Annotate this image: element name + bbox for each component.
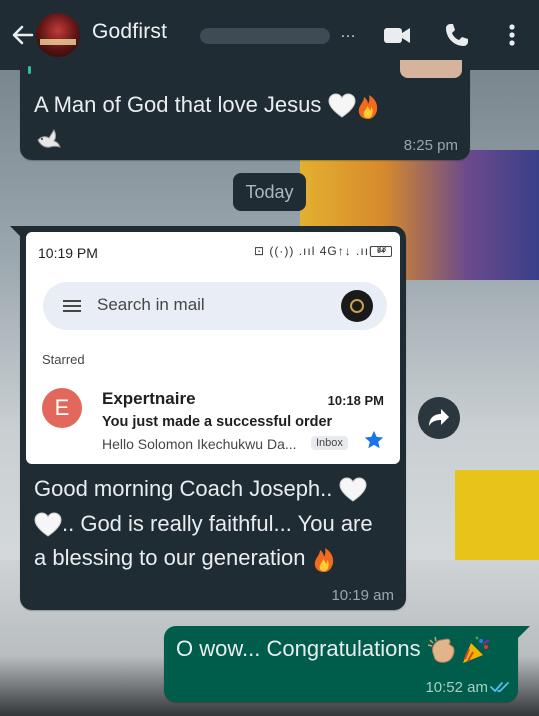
dove-emoji-icon <box>37 129 61 148</box>
message-text: O wow... Congratulations <box>176 634 491 665</box>
message-bubble-incoming-image[interactable]: 10:19 PM ⊡ ((·)) .ııl 4G↑↓ .ııl ²³ 94 Se… <box>20 226 406 610</box>
date-separator: Today <box>233 173 306 211</box>
contact-avatar[interactable] <box>36 13 80 57</box>
previous-image-preview <box>400 60 462 78</box>
attached-screenshot[interactable]: 10:19 PM ⊡ ((·)) .ııl 4G↑↓ .ııl ²³ 94 Se… <box>26 232 400 464</box>
message-bubble-incoming[interactable]: A Man of God that love Jesus 8:25 pm <box>20 60 470 160</box>
bubble-tail <box>518 626 530 638</box>
message-time: 10:52 am <box>425 679 488 696</box>
clapping-hands-emoji-icon <box>427 637 455 664</box>
contact-name[interactable]: Godfirst <box>92 20 167 44</box>
message-text: Good morning Coach Joseph.. .. God is re… <box>34 472 394 576</box>
white-heart-emoji-icon <box>339 477 367 502</box>
contact-name-ellipsis: … <box>340 24 356 41</box>
status-icons: ⊡ ((·)) .ııl 4G↑↓ .ııl ²³ <box>254 244 388 258</box>
contact-name-blurred <box>200 28 330 44</box>
white-heart-emoji-icon <box>328 93 356 118</box>
fire-emoji-icon <box>314 548 333 573</box>
mail-label-badge: Inbox <box>311 436 348 450</box>
white-heart-emoji-icon <box>34 512 62 537</box>
phone-icon[interactable] <box>442 20 472 50</box>
read-receipt-icon <box>490 682 509 692</box>
message-bubble-outgoing[interactable]: O wow... Congratulations 10:52 am <box>164 626 518 702</box>
video-call-icon[interactable] <box>382 20 412 50</box>
mail-subject: You just made a successful order <box>102 414 333 430</box>
search-placeholder: Search in mail <box>97 295 205 314</box>
menu-icon <box>63 300 81 312</box>
party-popper-emoji-icon <box>462 636 490 664</box>
sender-avatar: E <box>42 388 82 428</box>
message-time: 8:25 pm <box>403 137 458 154</box>
account-avatar <box>341 290 373 322</box>
status-time: 10:19 PM <box>38 245 98 261</box>
mail-search-bar: Search in mail <box>43 282 387 330</box>
reply-marker <box>28 66 31 74</box>
mail-sender: Expertnaire <box>102 389 196 408</box>
message-text: A Man of God that love Jesus <box>34 88 394 154</box>
mail-time: 10:18 PM <box>327 393 384 408</box>
battery-icon: 94 <box>370 246 392 257</box>
section-label: Starred <box>42 352 85 367</box>
star-icon <box>364 430 384 449</box>
fire-emoji-icon <box>358 95 377 120</box>
message-time: 10:19 am <box>331 587 394 604</box>
mail-preview: Hello Solomon Ikechukwu Da... <box>102 436 297 452</box>
forward-icon[interactable] <box>418 397 460 439</box>
back-arrow-icon[interactable] <box>10 20 36 50</box>
more-vert-icon[interactable] <box>497 20 527 50</box>
